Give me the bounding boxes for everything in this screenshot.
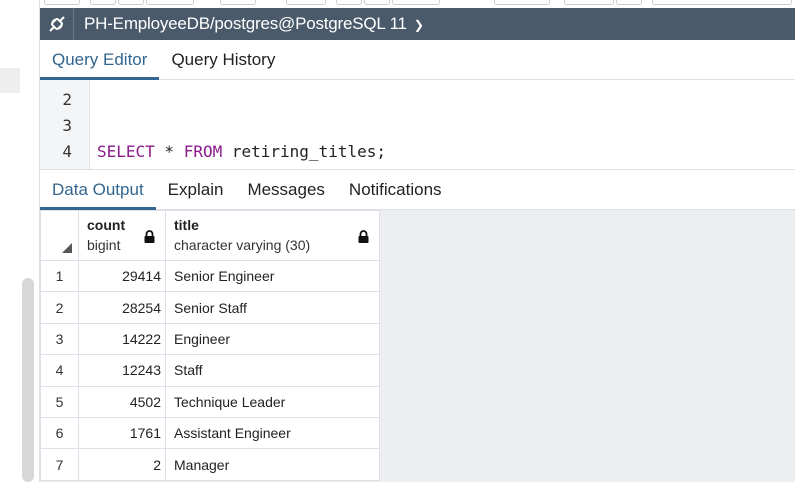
toolbar-button[interactable]: [616, 0, 642, 5]
row-number[interactable]: 7: [40, 448, 79, 481]
row-number[interactable]: 3: [40, 322, 79, 356]
code-line: 2: [40, 87, 795, 113]
cell-title[interactable]: Staff: [165, 354, 380, 387]
toolbar-button[interactable]: [220, 0, 256, 5]
toolbar-button[interactable]: [90, 0, 116, 5]
sql-editor[interactable]: 2 3 4 SELECT * FROM retiring_titles;: [40, 80, 795, 169]
table-row[interactable]: 7 2 Manager: [40, 448, 380, 481]
cell-title[interactable]: Manager: [165, 448, 380, 481]
toolbar-button[interactable]: [146, 0, 194, 5]
table-row[interactable]: 4 12243 Staff: [40, 354, 380, 387]
table-row[interactable]: 3 14222 Engineer: [40, 322, 380, 356]
cell-count[interactable]: 29414: [78, 259, 166, 293]
cell-title[interactable]: Senior Engineer: [165, 259, 380, 293]
editor-tabs: Query Editor Query History: [40, 40, 795, 80]
cell-count[interactable]: 14222: [78, 322, 166, 356]
toolbar-button[interactable]: [652, 0, 792, 5]
corner-triangle-icon: [62, 243, 72, 253]
row-number[interactable]: 5: [40, 385, 79, 418]
cell-count[interactable]: 1761: [78, 416, 166, 450]
output-tabs: Data Output Explain Messages Notificatio…: [40, 169, 795, 210]
sql-text: retiring_titles;: [222, 142, 386, 161]
toolbar-button[interactable]: [392, 0, 440, 5]
chevron-down-icon[interactable]: ❯: [414, 18, 424, 32]
table-row[interactable]: 6 1761 Assistant Engineer: [40, 416, 380, 450]
toolbar-button[interactable]: [364, 0, 390, 5]
column-type: character varying (30): [174, 237, 311, 253]
table-row[interactable]: 1 29414 Senior Engineer: [40, 259, 380, 293]
tab-messages[interactable]: Messages: [235, 170, 336, 210]
tree-selection-stripe: [0, 68, 20, 93]
tab-notifications[interactable]: Notifications: [337, 170, 454, 210]
connection-title[interactable]: PH-EmployeeDB/postgres@PostgreSQL 11: [84, 14, 407, 34]
cell-count[interactable]: 12243: [78, 354, 166, 387]
toolbar-button[interactable]: [118, 0, 144, 5]
tab-query-history[interactable]: Query History: [159, 40, 287, 80]
line-number: 4: [62, 142, 72, 161]
sql-text: *: [154, 142, 184, 161]
line-number: 3: [62, 116, 72, 135]
table-row[interactable]: 5 4502 Technique Leader: [40, 385, 380, 418]
cell-title[interactable]: Senior Staff: [165, 291, 380, 324]
toolbar-button[interactable]: [286, 0, 326, 5]
column-header-count[interactable]: count bigint: [78, 210, 166, 261]
cell-title[interactable]: Assistant Engineer: [165, 416, 380, 450]
cell-count[interactable]: 4502: [78, 385, 166, 418]
row-number[interactable]: 2: [40, 291, 79, 324]
lock-icon: [144, 230, 155, 243]
column-header-title[interactable]: title character varying (30): [165, 210, 380, 261]
vertical-scrollbar[interactable]: [22, 278, 34, 482]
table-row[interactable]: 2 28254 Senior Staff: [40, 291, 380, 324]
tab-data-output[interactable]: Data Output: [40, 170, 156, 210]
code-line: 3: [40, 113, 795, 139]
row-number[interactable]: 6: [40, 416, 79, 450]
lock-icon: [358, 230, 369, 243]
toolbar-button[interactable]: [44, 0, 80, 5]
cell-title[interactable]: Technique Leader: [165, 385, 380, 418]
select-all-corner[interactable]: [40, 210, 79, 261]
code-line: 4 SELECT * FROM retiring_titles;: [40, 139, 795, 165]
toolbar-button[interactable]: [564, 0, 614, 5]
query-toolbar: [40, 0, 795, 8]
row-number[interactable]: 1: [40, 259, 79, 293]
toolbar-button[interactable]: [336, 0, 362, 5]
cell-count[interactable]: 28254: [78, 291, 166, 324]
sql-keyword: SELECT: [97, 142, 155, 161]
results-table: count bigint title character varying (30…: [40, 210, 380, 481]
tab-explain[interactable]: Explain: [156, 170, 236, 210]
column-name: title: [174, 217, 199, 233]
cell-count[interactable]: 2: [78, 448, 166, 481]
toolbar-button[interactable]: [494, 0, 550, 5]
line-number: 2: [62, 90, 72, 109]
row-number[interactable]: 4: [40, 354, 79, 387]
browser-panel-edge: [0, 0, 40, 482]
table-header-row: count bigint title character varying (30…: [40, 210, 380, 261]
data-output-grid: count bigint title character varying (30…: [40, 210, 795, 482]
connection-bar[interactable]: PH-EmployeeDB/postgres@PostgreSQL 11 ❯: [40, 8, 795, 40]
tab-query-editor[interactable]: Query Editor: [40, 40, 160, 80]
connection-plug-icon: [40, 8, 74, 40]
sql-keyword: FROM: [183, 142, 223, 161]
code-text: SELECT * FROM retiring_titles;: [97, 139, 386, 165]
cell-title[interactable]: Engineer: [165, 322, 380, 356]
